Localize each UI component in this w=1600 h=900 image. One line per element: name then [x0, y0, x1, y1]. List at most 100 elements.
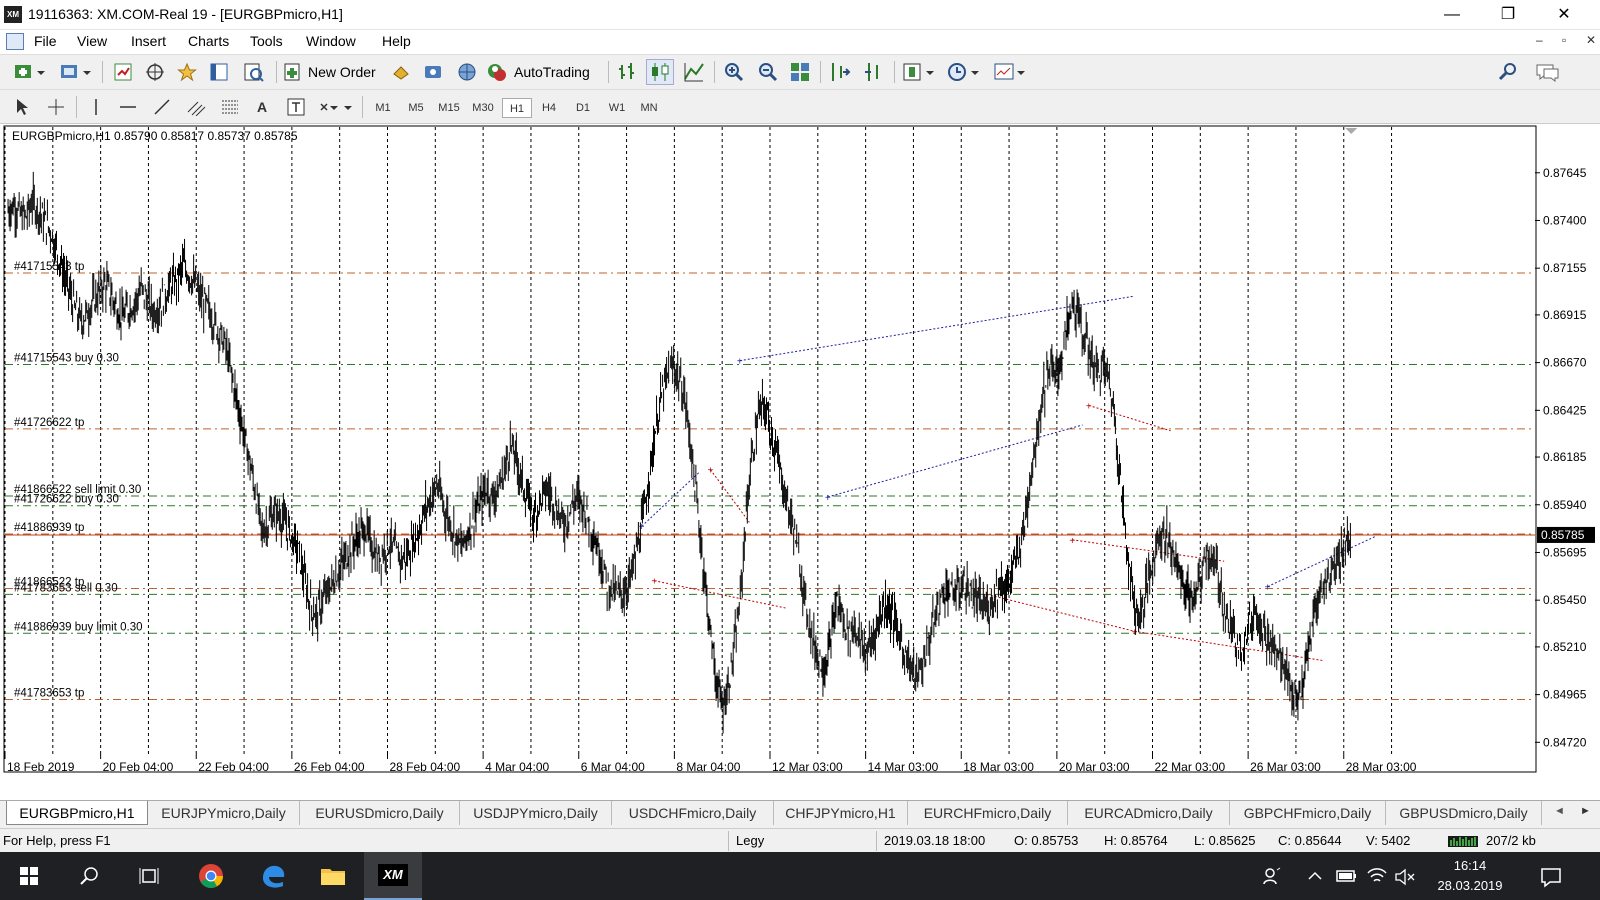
start-button[interactable]: [0, 852, 58, 900]
chart-tabs: EURGBPmicro,H1 EURJPYmicro,Daily EURUSDm…: [0, 800, 1600, 828]
x-axis-label: 20 Feb 04:00: [103, 760, 174, 774]
people-icon[interactable]: [1262, 866, 1282, 886]
timeframe-mn[interactable]: MN: [634, 98, 664, 118]
tab-usdchfmicro-daily[interactable]: USDCHFmicro,Daily: [612, 801, 774, 825]
menu-tools[interactable]: Tools: [250, 33, 283, 49]
task-view-button[interactable]: [120, 852, 178, 900]
chat-icon: [1536, 64, 1559, 82]
timeframe-m5[interactable]: M5: [401, 98, 431, 118]
mdi-minimize-button[interactable]: –: [1536, 33, 1543, 47]
menu-help[interactable]: Help: [382, 33, 411, 49]
taskbar-time[interactable]: 16:14: [1440, 858, 1500, 873]
tab-scroll-left[interactable]: ◄: [1554, 805, 1565, 817]
text-tool[interactable]: A: [250, 94, 274, 120]
close-button[interactable]: ✕: [1536, 0, 1592, 30]
wifi-icon[interactable]: [1366, 866, 1388, 886]
strategy-tester-button[interactable]: [240, 59, 268, 85]
x-axis-label: 22 Mar 03:00: [1155, 760, 1226, 774]
new-chart-button[interactable]: [10, 59, 50, 85]
horizontal-line-tool[interactable]: [116, 94, 140, 120]
channel-icon: [187, 101, 206, 116]
zoom-in-button[interactable]: [720, 59, 748, 85]
file-explorer-taskbar-button[interactable]: [304, 852, 362, 900]
windows-logo-icon: [20, 867, 38, 885]
toolbar-separator: [820, 61, 821, 83]
tab-scroll-right[interactable]: ►: [1580, 805, 1591, 817]
signals-button[interactable]: [420, 59, 446, 85]
terminal-icon: [210, 63, 228, 81]
chart-window-icon[interactable]: [6, 33, 24, 50]
edge-taskbar-button[interactable]: [244, 852, 302, 900]
market-button[interactable]: [454, 59, 480, 85]
timeframe-h1[interactable]: H1: [502, 98, 532, 118]
candlestick-chart-button[interactable]: [646, 59, 674, 85]
menu-charts[interactable]: Charts: [188, 33, 229, 49]
periods-button[interactable]: [944, 59, 984, 85]
tab-gbpusdmicro-daily[interactable]: GBPUSDmicro,Daily: [1386, 801, 1542, 825]
vertical-line-tool[interactable]: [84, 94, 108, 120]
status-bar: For Help, press F1 Legy 2019.03.18 18:00…: [0, 828, 1600, 852]
search-taskbar-button[interactable]: [60, 852, 118, 900]
mdi-restore-button[interactable]: ▫: [1562, 33, 1566, 47]
tab-eurgbpmicro-h1[interactable]: EURGBPmicro,H1: [6, 801, 148, 825]
tab-usdjpymicro-daily[interactable]: USDJPYmicro,Daily: [460, 801, 612, 825]
auto-scroll-button[interactable]: [826, 59, 854, 85]
menu-file[interactable]: File: [34, 33, 57, 49]
notifications-icon[interactable]: [1540, 866, 1562, 888]
cursor-tool[interactable]: [10, 94, 34, 120]
market-watch-button[interactable]: [110, 59, 136, 85]
timeframe-h4[interactable]: H4: [534, 98, 564, 118]
menu-view[interactable]: View: [77, 33, 107, 49]
templates-button[interactable]: [990, 59, 1030, 85]
taskbar-date[interactable]: 28.03.2019: [1426, 878, 1514, 893]
profiles-button[interactable]: [56, 59, 96, 85]
mdi-close-button[interactable]: ✕: [1586, 33, 1596, 47]
line-chart-button[interactable]: [680, 59, 708, 85]
zoom-out-button[interactable]: [754, 59, 782, 85]
maximize-button[interactable]: ❐: [1480, 0, 1536, 30]
chat-button[interactable]: [1530, 59, 1564, 85]
tile-windows-button[interactable]: [786, 59, 814, 85]
menu-window[interactable]: Window: [306, 33, 356, 49]
terminal-button[interactable]: [206, 59, 232, 85]
channel-tool[interactable]: [184, 94, 208, 120]
volume-muted-icon[interactable]: [1394, 868, 1416, 886]
trade-marker-icon: +: [1069, 536, 1075, 547]
price-chart[interactable]: #41715543 tp #41715543 buy 0.30 #41726622 …: [0, 124, 1600, 800]
tab-eurjpymicro-daily[interactable]: EURJPYmicro,Daily: [148, 801, 300, 825]
minimize-button[interactable]: —: [1424, 0, 1480, 30]
menu-insert[interactable]: Insert: [131, 33, 166, 49]
chart-shift-button[interactable]: [860, 59, 888, 85]
xm-terminal-taskbar-button[interactable]: XM: [364, 852, 422, 900]
text-label-tool[interactable]: [284, 94, 308, 120]
templates-icon: [994, 63, 1025, 80]
windows-taskbar: XM 16:14 28.03.2019: [0, 852, 1600, 900]
search-button[interactable]: [1494, 59, 1522, 85]
tab-chfjpymicro-h1[interactable]: CHFJPYmicro,H1: [774, 801, 908, 825]
tab-gbpchfmicro-daily[interactable]: GBPCHFmicro,Daily: [1230, 801, 1386, 825]
timeframe-m15[interactable]: M15: [434, 98, 464, 118]
arrows-tool[interactable]: [316, 94, 354, 120]
expert-advisors-button[interactable]: [388, 59, 414, 85]
timeframe-w1[interactable]: W1: [602, 98, 632, 118]
fibonacci-tool[interactable]: [218, 94, 242, 120]
timeframe-d1[interactable]: D1: [568, 98, 598, 118]
autotrading-button[interactable]: AutoTrading: [486, 59, 602, 85]
navigator-button[interactable]: [174, 59, 200, 85]
timeframe-m30[interactable]: M30: [468, 98, 498, 118]
tab-eurchfmicro-daily[interactable]: EURCHFmicro,Daily: [908, 801, 1068, 825]
indicators-button[interactable]: [900, 59, 938, 85]
chrome-taskbar-button[interactable]: [182, 852, 240, 900]
data-window-button[interactable]: [142, 59, 168, 85]
tab-eurusdmicro-daily[interactable]: EURUSDmicro,Daily: [300, 801, 460, 825]
crosshair-tool[interactable]: [44, 94, 68, 120]
trendline-tool[interactable]: [150, 94, 174, 120]
bar-chart-button[interactable]: [614, 59, 642, 85]
battery-icon[interactable]: [1336, 868, 1358, 884]
timeframe-m1[interactable]: M1: [368, 98, 398, 118]
new-order-button[interactable]: New Order: [282, 59, 384, 85]
status-profile: Legy: [736, 833, 765, 848]
tab-eurcadmicro-daily[interactable]: EURCADmicro,Daily: [1068, 801, 1230, 825]
chart-window[interactable]: #41715543 tp #41715543 buy 0.30 #41726622 …: [0, 124, 1600, 800]
chevron-up-icon[interactable]: [1306, 868, 1324, 884]
